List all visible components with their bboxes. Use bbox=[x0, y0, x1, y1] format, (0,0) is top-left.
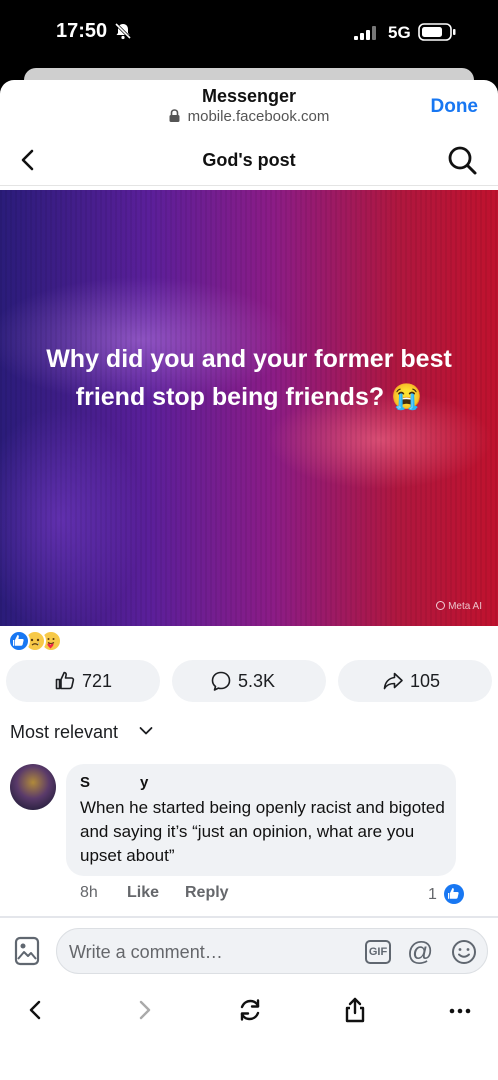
comment-input-placeholder: Write a comment… bbox=[69, 942, 223, 962]
chevron-down-icon bbox=[139, 727, 153, 735]
reaction-summary[interactable] bbox=[8, 630, 88, 652]
post-image[interactable]: Why did you and your former best friend … bbox=[0, 190, 498, 626]
photo-icon[interactable] bbox=[14, 936, 40, 966]
battery-icon bbox=[418, 23, 456, 41]
comment-text: When he started being openly racist and … bbox=[80, 798, 445, 865]
network-type: 5G bbox=[388, 23, 411, 42]
status-bar: 17:50 5G bbox=[0, 0, 498, 68]
comment-input[interactable]: Write a comment… GIF @ bbox=[56, 928, 488, 974]
like-count-button[interactable]: 721 bbox=[6, 660, 160, 702]
comment-time[interactable]: 8h bbox=[80, 884, 98, 902]
like-reaction-icon bbox=[444, 884, 464, 904]
like-reaction-icon bbox=[8, 630, 30, 652]
thumbs-up-icon bbox=[55, 671, 75, 690]
comment-bubble[interactable]: S y When he started being openly racist … bbox=[66, 764, 456, 876]
meta-ai-label: Meta AI bbox=[448, 601, 482, 612]
comment-sort-dropdown[interactable]: Most relevant bbox=[10, 722, 153, 743]
comment-like-button[interactable]: Like bbox=[127, 884, 159, 902]
comment-author[interactable]: S y bbox=[80, 774, 148, 791]
mention-button[interactable]: @ bbox=[407, 936, 433, 967]
browser-app-title: Messenger bbox=[201, 86, 297, 106]
browser-toolbar bbox=[0, 984, 498, 1034]
forward-arrow-icon[interactable] bbox=[130, 996, 158, 1024]
gif-button[interactable]: GIF bbox=[365, 940, 391, 964]
browser-url: mobile.facebook.com bbox=[0, 108, 498, 125]
page-nav: God's post bbox=[0, 136, 498, 186]
avatar[interactable] bbox=[10, 764, 56, 810]
page-title: God's post bbox=[202, 150, 296, 170]
bell-muted-icon bbox=[114, 22, 132, 40]
emoji-icon[interactable] bbox=[451, 939, 477, 965]
done-button[interactable]: Done bbox=[431, 96, 479, 118]
signal-icon bbox=[354, 26, 376, 40]
refresh-icon[interactable] bbox=[236, 996, 264, 1024]
comment-icon bbox=[211, 671, 231, 691]
more-icon[interactable] bbox=[446, 996, 474, 1024]
share-arrow-icon bbox=[383, 672, 403, 690]
status-time: 17:50 bbox=[56, 20, 108, 42]
comment-reaction-count[interactable]: 1 bbox=[428, 886, 437, 904]
url-text: mobile.facebook.com bbox=[187, 108, 330, 125]
meta-ai-badge: Meta AI bbox=[436, 601, 482, 612]
share-count: 105 bbox=[410, 671, 441, 691]
divider bbox=[0, 916, 498, 918]
post-text: Why did you and your former best friend … bbox=[46, 345, 452, 411]
back-arrow-icon[interactable] bbox=[22, 996, 50, 1024]
comment-reply-button[interactable]: Reply bbox=[185, 884, 229, 902]
search-icon[interactable] bbox=[446, 144, 478, 176]
share-icon[interactable] bbox=[341, 996, 369, 1024]
lock-icon bbox=[169, 109, 180, 122]
share-count-button[interactable]: 105 bbox=[338, 660, 492, 702]
like-count: 721 bbox=[82, 671, 113, 691]
comment-count-button[interactable]: 5.3K bbox=[172, 660, 326, 702]
meta-ai-icon bbox=[436, 601, 446, 610]
comment-count: 5.3K bbox=[238, 671, 276, 691]
browser-sheet: Messenger mobile.facebook.com Done God's… bbox=[0, 80, 498, 1080]
sort-label: Most relevant bbox=[10, 722, 119, 742]
browser-header: Messenger mobile.facebook.com Done bbox=[0, 80, 498, 128]
